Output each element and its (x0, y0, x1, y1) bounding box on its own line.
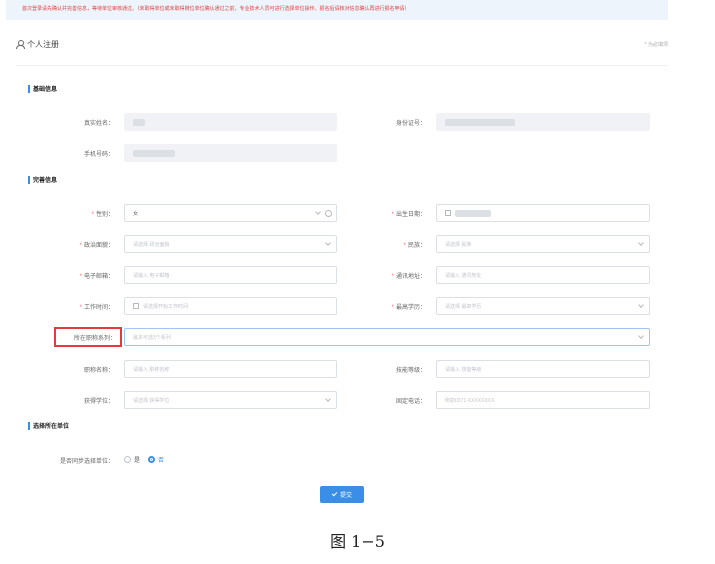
skill-level-label: 技能等级： (395, 368, 426, 374)
birth-date-picker[interactable] (436, 204, 650, 222)
degree-select[interactable]: 请选择 获得学位 (124, 391, 337, 409)
real-name-field (124, 113, 337, 131)
title-name-input[interactable]: 请输入 职称名称 (124, 360, 337, 378)
page-title: 个人注册 (27, 39, 59, 49)
radio-yes[interactable] (124, 456, 131, 463)
chevron-down-icon (638, 240, 644, 246)
gender-label: * 性别： (91, 212, 114, 218)
chevron-down-icon (638, 302, 644, 308)
email-label: * 电子邮箱： (79, 274, 114, 280)
title-series-label: 所在职称系列： (73, 336, 116, 342)
education-label: * 最高学历： (391, 305, 426, 311)
political-select[interactable]: 请选择 政治面貌 (124, 235, 337, 253)
masked-value (133, 149, 175, 157)
gender-select[interactable]: 女 (124, 204, 337, 222)
section-bar (28, 175, 30, 184)
landline-label: 固定电话： (395, 399, 426, 405)
user-icon (16, 40, 25, 49)
section-title: 完善信息 (33, 178, 58, 184)
landline-input[interactable]: 例如0371-XXXXXXXX (436, 391, 650, 409)
section-bar (28, 84, 30, 93)
sync-unit-label: 是否同步选择单位： (59, 459, 114, 465)
radio-yes-label[interactable]: 是 (134, 455, 140, 464)
page-header: 个人注册 (16, 38, 59, 50)
header-divider (16, 65, 668, 66)
email-placeholder: 请输入 电子邮箱 (133, 272, 170, 279)
degree-label: 获得学位： (83, 399, 114, 405)
work-time-label: * 工作时间： (79, 305, 114, 311)
title-series-placeholder: 最多可选3个系列 (133, 334, 171, 341)
landline-placeholder: 例如0371-XXXXXXXX (445, 397, 495, 404)
education-select[interactable]: 请选择 最高学历 (436, 297, 650, 315)
email-input[interactable]: 请输入 电子邮箱 (124, 266, 337, 284)
sync-unit-radio-group: 是 否 (124, 455, 172, 464)
id-number-label: 身份证号： (395, 121, 426, 127)
section-bar (28, 421, 30, 430)
ethnicity-label: * 民族： (403, 243, 426, 249)
chevron-down-icon (325, 240, 331, 246)
radio-no-label[interactable]: 否 (158, 455, 164, 464)
political-placeholder: 请选择 政治面貌 (133, 241, 170, 248)
figure-caption: 图 1−5 (330, 532, 385, 551)
notice-text: 首次登录请先确认并完善信息，等待单位审核通过。（未取得单位或未取得岗位单位确认通… (22, 6, 410, 12)
birth-date-label: * 出生日期： (391, 212, 426, 218)
calendar-icon (133, 303, 139, 309)
work-time-placeholder: 请选择开始工作时间 (143, 303, 189, 310)
notice-banner: 首次登录请先确认并完善信息，等待单位审核通过。（未取得单位或未取得岗位单位确认通… (6, 0, 668, 20)
phone-field (124, 144, 337, 162)
ethnicity-placeholder: 请选择 民族 (445, 241, 472, 248)
political-label: * 政治面貌： (79, 243, 114, 249)
section-title: 基础信息 (33, 87, 58, 93)
section-complete-info: 完善信息 (28, 175, 57, 184)
real-name-label: 真实姓名： (83, 121, 114, 127)
ethnicity-select[interactable]: 请选择 民族 (436, 235, 650, 253)
section-title: 选择所在单位 (33, 424, 70, 430)
section-basic-info: 基础信息 (28, 84, 57, 93)
address-placeholder: 请输入 通讯地址 (445, 272, 482, 279)
check-icon (331, 490, 338, 497)
phone-label: 手机号码： (83, 152, 114, 158)
title-name-placeholder: 请输入 职称名称 (133, 366, 170, 373)
chevron-down-icon (325, 396, 331, 402)
skill-level-input[interactable]: 请输入 技能等级 (436, 360, 650, 378)
clear-icon[interactable] (325, 210, 332, 217)
chevron-down-icon (638, 333, 644, 339)
address-input[interactable]: 请输入 通讯地址 (436, 266, 650, 284)
submit-label: 提交 (339, 493, 352, 499)
title-name-label: 职称名称： (83, 368, 114, 374)
id-number-field (436, 113, 650, 131)
work-time-picker[interactable]: 请选择开始工作时间 (124, 297, 337, 315)
gender-value: 女 (133, 210, 139, 217)
required-note: * 为必填项 (644, 42, 668, 48)
submit-button[interactable]: 提交 (320, 486, 364, 503)
calendar-icon (445, 210, 451, 216)
masked-value (445, 118, 515, 126)
education-placeholder: 请选择 最高学历 (445, 303, 482, 310)
section-unit: 选择所在单位 (28, 421, 69, 430)
chevron-down-icon (315, 209, 321, 215)
masked-value (133, 118, 145, 126)
skill-level-placeholder: 请输入 技能等级 (445, 366, 482, 373)
masked-value (455, 209, 491, 217)
degree-placeholder: 请选择 获得学位 (133, 397, 170, 404)
radio-no[interactable] (148, 456, 156, 463)
title-series-select[interactable]: 最多可选3个系列 (124, 328, 650, 346)
address-label: * 通讯地址： (391, 274, 426, 280)
